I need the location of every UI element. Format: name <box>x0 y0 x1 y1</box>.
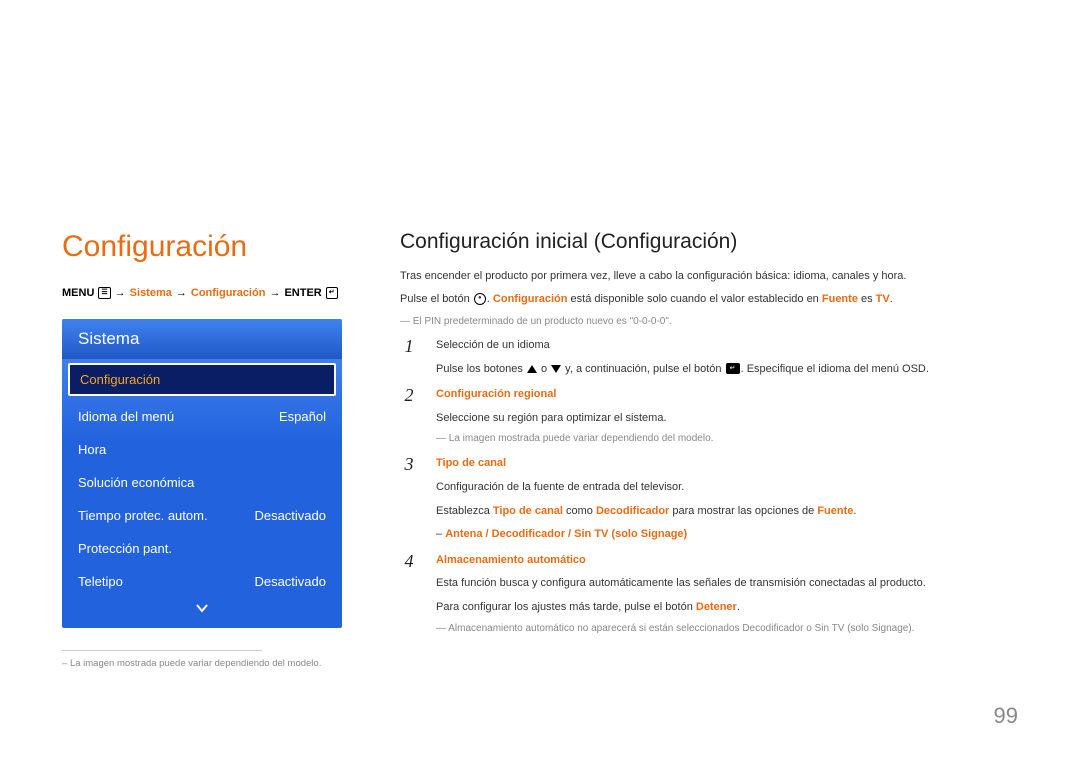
text: Decodificador <box>596 505 669 517</box>
text: Esta función busca y configura automátic… <box>436 575 1018 593</box>
text: Fuente <box>817 505 853 517</box>
osd-panel: Sistema Configuración Idioma del menú Es… <box>62 319 342 628</box>
intro-paragraph-2: Pulse el botón ●. Configuración está dis… <box>400 291 1018 308</box>
text: Detener <box>696 601 737 613</box>
osd-item-label: Teletipo <box>78 574 123 589</box>
osd-header: Sistema <box>62 319 342 359</box>
arrow-icon: → <box>115 286 126 301</box>
breadcrumb-sistema: Sistema <box>130 286 172 301</box>
osd-item-label: Idioma del menú <box>78 409 174 424</box>
text: para mostrar las opciones de <box>669 505 817 517</box>
step-title: Tipo de canal <box>436 457 506 469</box>
osd-item-proteccion[interactable]: Protección pant. <box>62 532 342 565</box>
breadcrumb-enter: ENTER <box>284 286 321 301</box>
osd-item-label: Hora <box>78 442 106 457</box>
text: . <box>912 623 915 634</box>
osd-item-value: Desactivado <box>254 574 326 589</box>
step-number: 1 <box>400 337 418 378</box>
osd-item-solucion[interactable]: Solución económica <box>62 466 342 499</box>
text: Seleccione su región para optimizar el s… <box>436 410 1018 428</box>
step-body: Configuración regional Seleccione su reg… <box>436 386 1018 447</box>
right-column: Configuración inicial (Configuración) Tr… <box>400 230 1018 672</box>
divider <box>62 650 262 651</box>
text: Decodificador <box>742 623 803 634</box>
osd-item-configuracion[interactable]: Configuración <box>68 363 336 396</box>
step-options: Antena / Decodificador / Sin TV (solo Si… <box>445 528 687 540</box>
breadcrumb: MENU ☰ → Sistema → Configuración → ENTER… <box>62 286 342 301</box>
left-column: Configuración MENU ☰ → Sistema → Configu… <box>62 230 342 672</box>
step-number: 2 <box>400 386 418 447</box>
step-number: 3 <box>400 455 418 543</box>
step-body: Selección de un idioma Pulse los botones… <box>436 337 1018 378</box>
arrow-icon: → <box>269 286 280 301</box>
osd-item-label: Solución económica <box>78 475 194 490</box>
text: Tipo de canal <box>493 505 563 517</box>
document-page: Configuración MENU ☰ → Sistema → Configu… <box>0 0 1080 702</box>
text: o <box>803 623 814 634</box>
step-body: Almacenamiento automático Esta función b… <box>436 552 1018 637</box>
breadcrumb-menu: MENU <box>62 286 94 301</box>
step-number: 4 <box>400 552 418 637</box>
enter-icon: ↵ <box>726 363 740 374</box>
section-title: Configuración <box>62 230 342 264</box>
text: TV <box>876 293 890 305</box>
osd-item-label: Protección pant. <box>78 541 172 556</box>
text: es <box>858 293 876 305</box>
osd-item-hora[interactable]: Hora <box>62 433 342 466</box>
text: Fuente <box>822 293 858 305</box>
text: Establezca <box>436 505 493 517</box>
osd-item-label: Configuración <box>80 372 160 387</box>
step-note: Almacenamiento automático no aparecerá s… <box>436 621 1018 637</box>
text: Pulse los botones <box>436 363 526 375</box>
text: . <box>890 293 893 305</box>
text: como <box>563 505 596 517</box>
triangle-up-icon <box>527 365 537 373</box>
page-number: 99 <box>994 703 1018 729</box>
step-title: Selección de un idioma <box>436 339 550 351</box>
text: Configuración de la fuente de entrada de… <box>436 479 1018 497</box>
circle-play-icon: ● <box>474 293 486 305</box>
step-3: 3 Tipo de canal Configuración de la fuen… <box>400 455 1018 543</box>
osd-item-tiempo[interactable]: Tiempo protec. autom. Desactivado <box>62 499 342 532</box>
enter-icon: ↵ <box>326 287 338 299</box>
chevron-down-icon <box>195 603 209 613</box>
osd-item-label: Tiempo protec. autom. <box>78 508 208 523</box>
left-footnote: La imagen mostrada puede variar dependie… <box>62 657 342 671</box>
right-title: Configuración inicial (Configuración) <box>400 230 1018 254</box>
step-1: 1 Selección de un idioma Pulse los boton… <box>400 337 1018 378</box>
text: . <box>853 505 856 517</box>
text: o <box>538 363 550 375</box>
text: Configuración <box>493 293 568 305</box>
step-title: Configuración regional <box>436 388 556 400</box>
step-note: La imagen mostrada puede variar dependie… <box>436 431 1018 447</box>
text: Pulse el botón <box>400 293 473 305</box>
osd-item-teletipo[interactable]: Teletipo Desactivado <box>62 565 342 598</box>
pin-note: El PIN predeterminado de un producto nue… <box>400 314 1018 329</box>
menu-icon: ☰ <box>98 287 110 299</box>
step-title: Almacenamiento automático <box>436 554 586 566</box>
text: . <box>737 601 740 613</box>
osd-item-value: Español <box>279 409 326 424</box>
text: Para configurar los ajustes más tarde, p… <box>436 601 696 613</box>
text: Almacenamiento automático <box>448 623 574 634</box>
triangle-down-icon <box>551 365 561 373</box>
text: Sin TV (solo Signage) <box>815 623 912 634</box>
text: está disponible solo cuando el valor est… <box>567 293 821 305</box>
step-2: 2 Configuración regional Seleccione su r… <box>400 386 1018 447</box>
osd-item-value: Desactivado <box>254 508 326 523</box>
osd-scroll-down[interactable] <box>62 598 342 624</box>
arrow-icon: → <box>176 286 187 301</box>
osd-item-idioma[interactable]: Idioma del menú Español <box>62 400 342 433</box>
text: y, a continuación, pulse el botón <box>562 363 724 375</box>
text: . Especifique el idioma del menú OSD. <box>741 363 929 375</box>
intro-paragraph-1: Tras encender el producto por primera ve… <box>400 268 1018 285</box>
step-body: Tipo de canal Configuración de la fuente… <box>436 455 1018 543</box>
step-4: 4 Almacenamiento automático Esta función… <box>400 552 1018 637</box>
breadcrumb-config: Configuración <box>191 286 266 301</box>
text: no aparecerá si están seleccionados <box>574 623 742 634</box>
